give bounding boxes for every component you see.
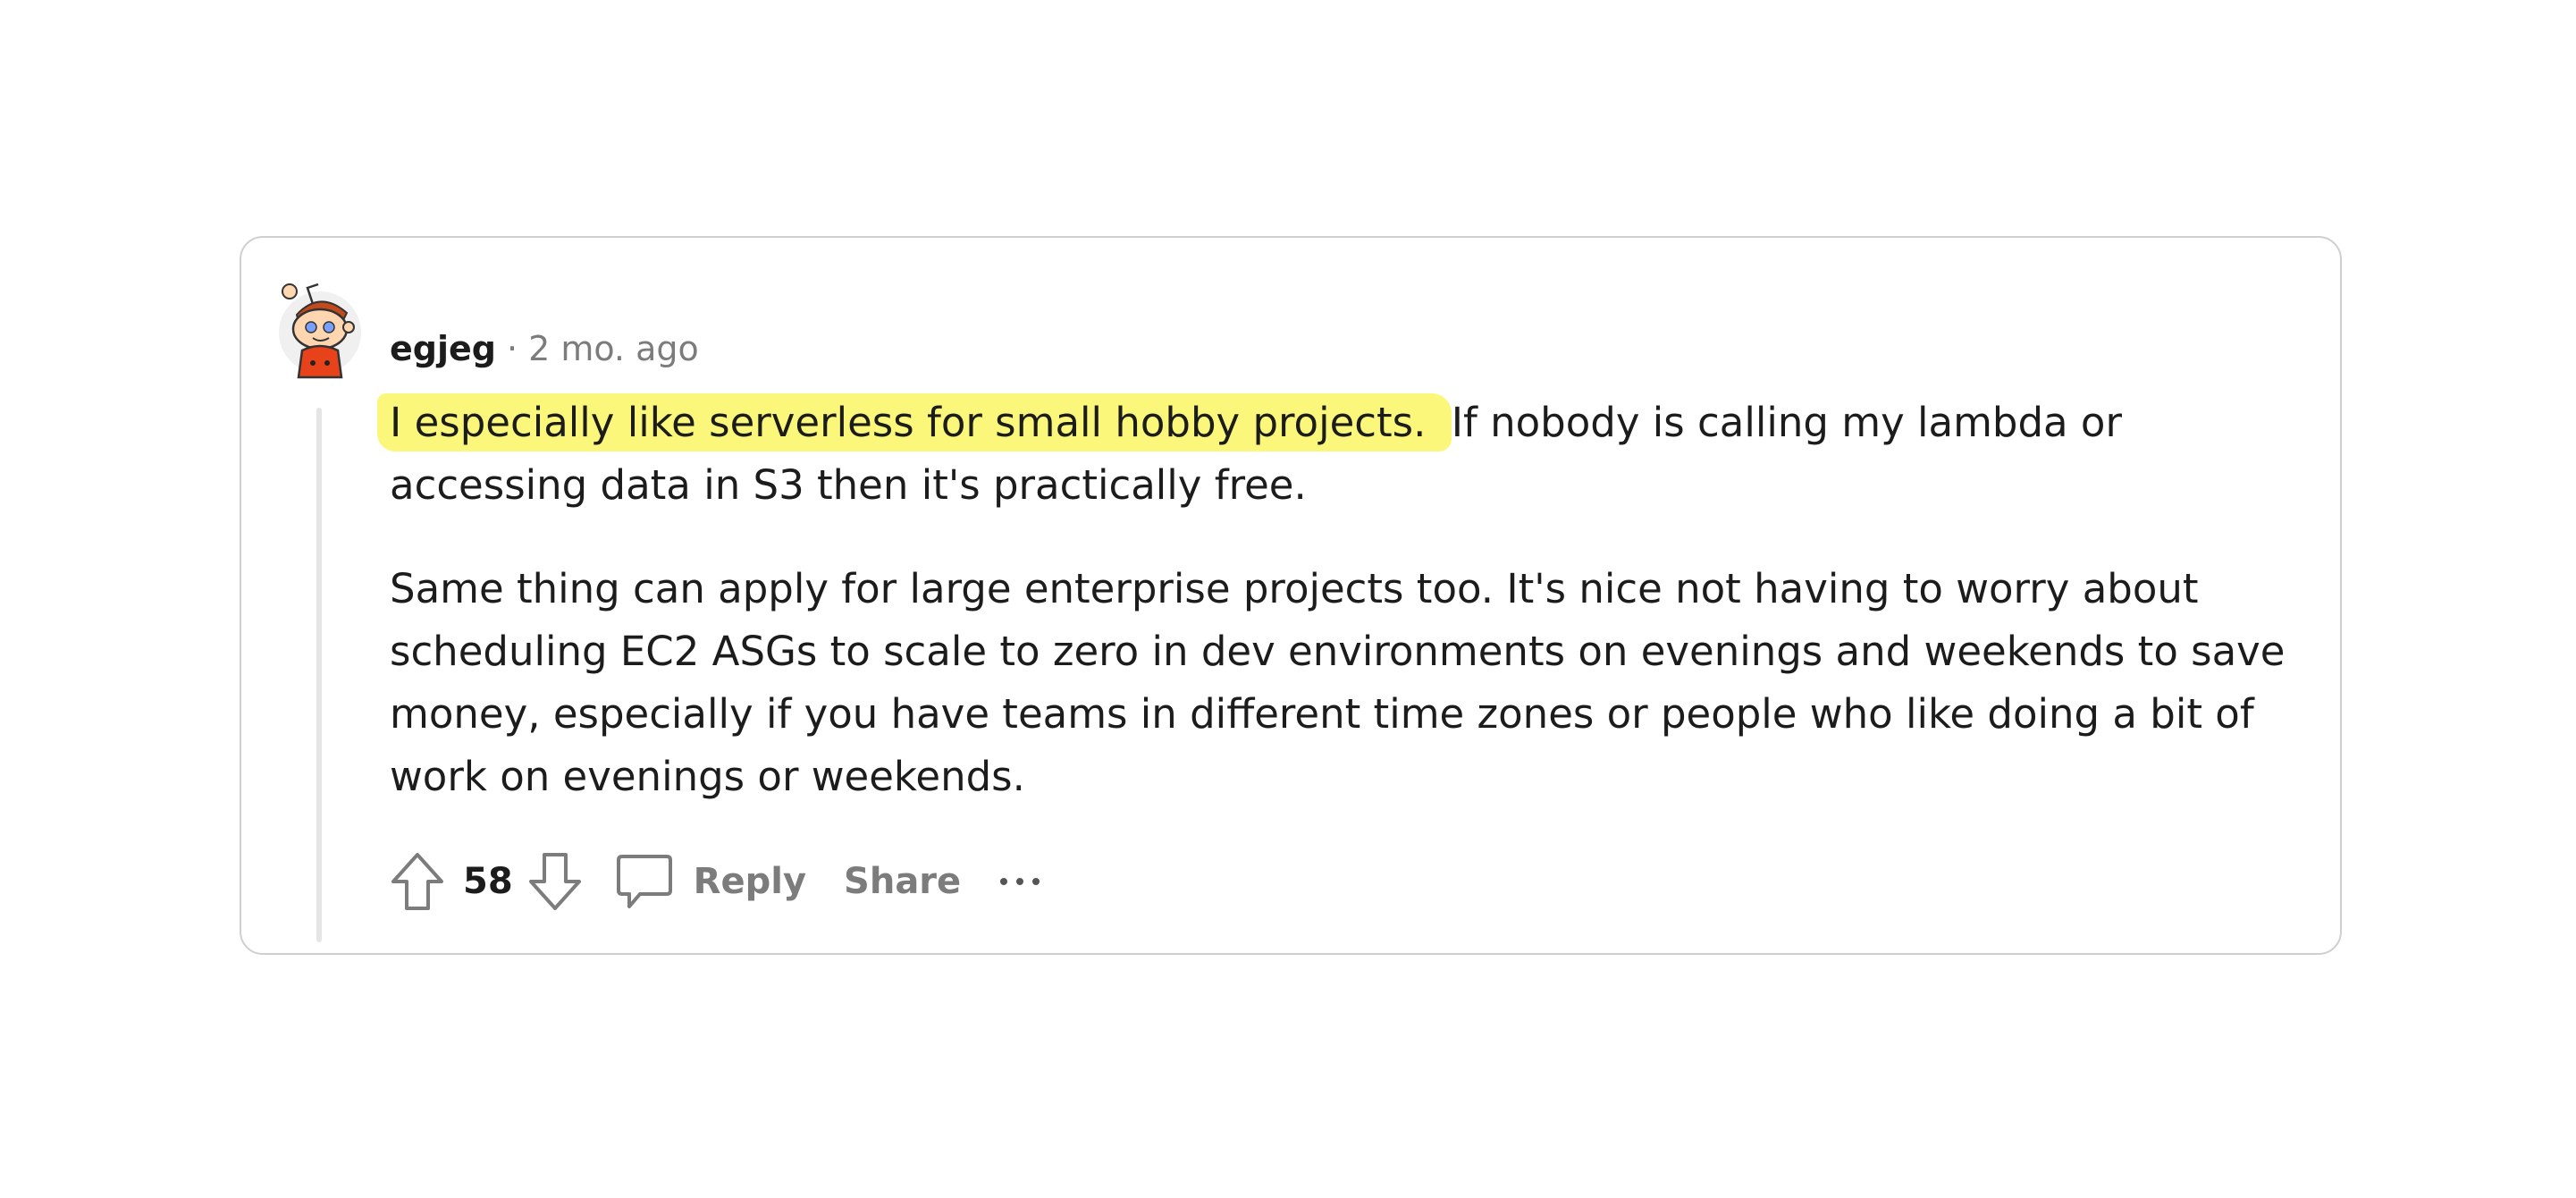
more-dot [1032,878,1040,885]
comment-paragraph-2: Same thing can apply for large enterpris… [390,565,2286,800]
comment-actions: 58 Reply Share [386,846,1040,917]
comment-icon [616,855,672,908]
vote-score: 58 [463,861,513,902]
comment-meta: egjeg · 2 mo. ago [390,324,699,374]
snoo-avatar-icon [279,283,361,379]
comment-timestamp[interactable]: 2 mo. ago [528,329,699,368]
share-button[interactable]: Share [844,861,961,902]
more-dot [1000,878,1008,885]
more-options-icon[interactable] [1000,864,1040,899]
highlighted-text: I especially like serverless for small h… [377,393,1452,451]
comment-card: egjeg · 2 mo. ago I especially like serv… [240,236,2342,955]
downvote-icon [528,853,581,910]
meta-separator: · [506,329,518,368]
comment-body: I especially like serverless for small h… [377,392,2302,849]
upvote-button[interactable] [386,848,449,915]
reply-icon-button[interactable] [613,848,676,915]
thread-line[interactable] [316,408,322,942]
reply-button[interactable]: Reply [694,861,806,902]
comment-author[interactable]: egjeg [390,329,496,368]
upvote-icon [391,853,443,910]
downvote-button[interactable] [524,848,586,915]
avatar[interactable] [277,277,363,384]
more-dot [1016,878,1024,885]
comment-paragraph-1: I especially like serverless for small h… [377,392,2302,517]
